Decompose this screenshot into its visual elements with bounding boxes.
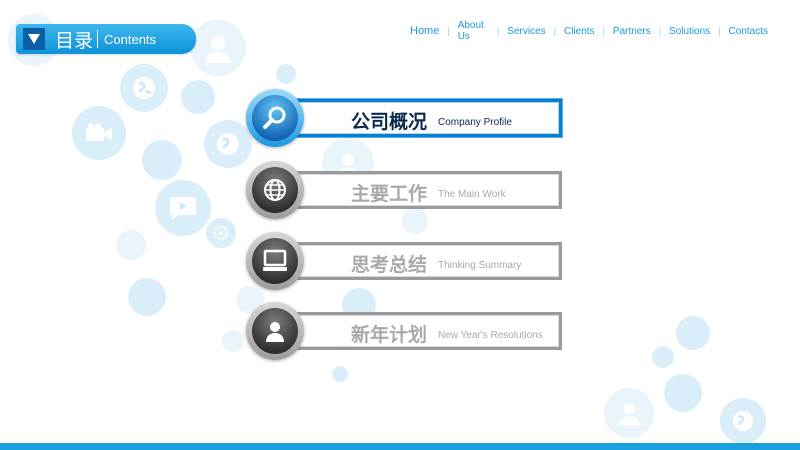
top-navigation: Home | About Us | Services | Clients | P… xyxy=(410,20,768,42)
nav-home[interactable]: Home xyxy=(410,25,439,37)
bubble xyxy=(676,316,710,350)
menu-item-icon-circle xyxy=(246,302,304,360)
menu-item-title: 思考总结 xyxy=(351,254,428,276)
user-bubble-icon xyxy=(190,20,246,76)
title-chinese: 目录 xyxy=(55,29,94,52)
menu-item-subtitle: New Year's Resolutions xyxy=(438,330,543,341)
bubble xyxy=(222,330,244,352)
computer-icon xyxy=(252,238,298,284)
nav-separator: | xyxy=(553,26,556,36)
user-icon xyxy=(252,308,298,354)
title-divider xyxy=(97,30,99,48)
chevron-down-icon xyxy=(23,28,45,50)
menu-item-subtitle: Thinking Summary xyxy=(438,260,522,271)
menu-item-icon-circle xyxy=(246,161,304,219)
nav-separator: | xyxy=(718,26,721,36)
nav-separator: | xyxy=(496,26,500,36)
menu-item-title: 新年计划 xyxy=(351,324,428,346)
nav-services[interactable]: Services xyxy=(507,26,545,37)
menu-item-subtitle: The Main Work xyxy=(438,189,506,200)
nav-partners[interactable]: Partners xyxy=(613,26,651,37)
video-camera-bubble-icon xyxy=(72,106,126,160)
menu-item-company-profile[interactable]: 公司概况 Company Profile xyxy=(246,89,566,147)
nav-separator: | xyxy=(658,26,662,36)
nav-contacts[interactable]: Contacts xyxy=(729,26,768,37)
title-english: Contents xyxy=(104,31,157,47)
bubble xyxy=(664,374,702,412)
nav-about-us[interactable]: About Us xyxy=(458,20,489,42)
menu-item-bar: 新年计划 New Year's Resolutions xyxy=(280,312,562,350)
globe-icon xyxy=(252,167,298,213)
menu-item-thinking-summary[interactable]: 思考总结 Thinking Summary xyxy=(246,232,566,290)
play-bubble-icon xyxy=(155,180,211,236)
menu-item-bar: 公司概况 Company Profile xyxy=(280,99,562,137)
bubble xyxy=(128,278,166,316)
globe-bubble-icon xyxy=(120,64,168,112)
menu-item-main-work[interactable]: 主要工作 The Main Work xyxy=(246,161,566,219)
search-icon xyxy=(252,95,298,141)
menu-item-icon-circle xyxy=(246,232,304,290)
globe-bubble-icon xyxy=(720,398,766,444)
menu-item-bar: 思考总结 Thinking Summary xyxy=(280,242,562,280)
nav-clients[interactable]: Clients xyxy=(564,26,595,37)
nav-separator: | xyxy=(447,26,450,36)
menu-item-subtitle: Company Profile xyxy=(438,117,512,128)
bubble xyxy=(116,230,146,260)
contents-title-tab: 目录 Contents xyxy=(16,24,196,54)
bubble xyxy=(276,64,296,84)
globe-bubble-icon xyxy=(204,120,252,168)
gear-bubble-icon xyxy=(206,218,236,248)
bubble xyxy=(181,80,215,114)
user-bubble-icon xyxy=(604,388,654,438)
nav-solutions[interactable]: Solutions xyxy=(669,26,710,37)
menu-item-bar: 主要工作 The Main Work xyxy=(280,171,562,209)
menu-item-new-year-resolutions[interactable]: 新年计划 New Year's Resolutions xyxy=(246,302,566,360)
bubble xyxy=(142,140,182,180)
menu-item-title: 公司概况 xyxy=(351,111,428,133)
menu-item-icon-circle xyxy=(246,89,304,147)
bubble xyxy=(332,366,348,382)
bubble xyxy=(652,346,674,368)
nav-separator: | xyxy=(602,26,605,36)
footer-accent-bar xyxy=(0,443,800,450)
menu-item-title: 主要工作 xyxy=(351,183,428,205)
